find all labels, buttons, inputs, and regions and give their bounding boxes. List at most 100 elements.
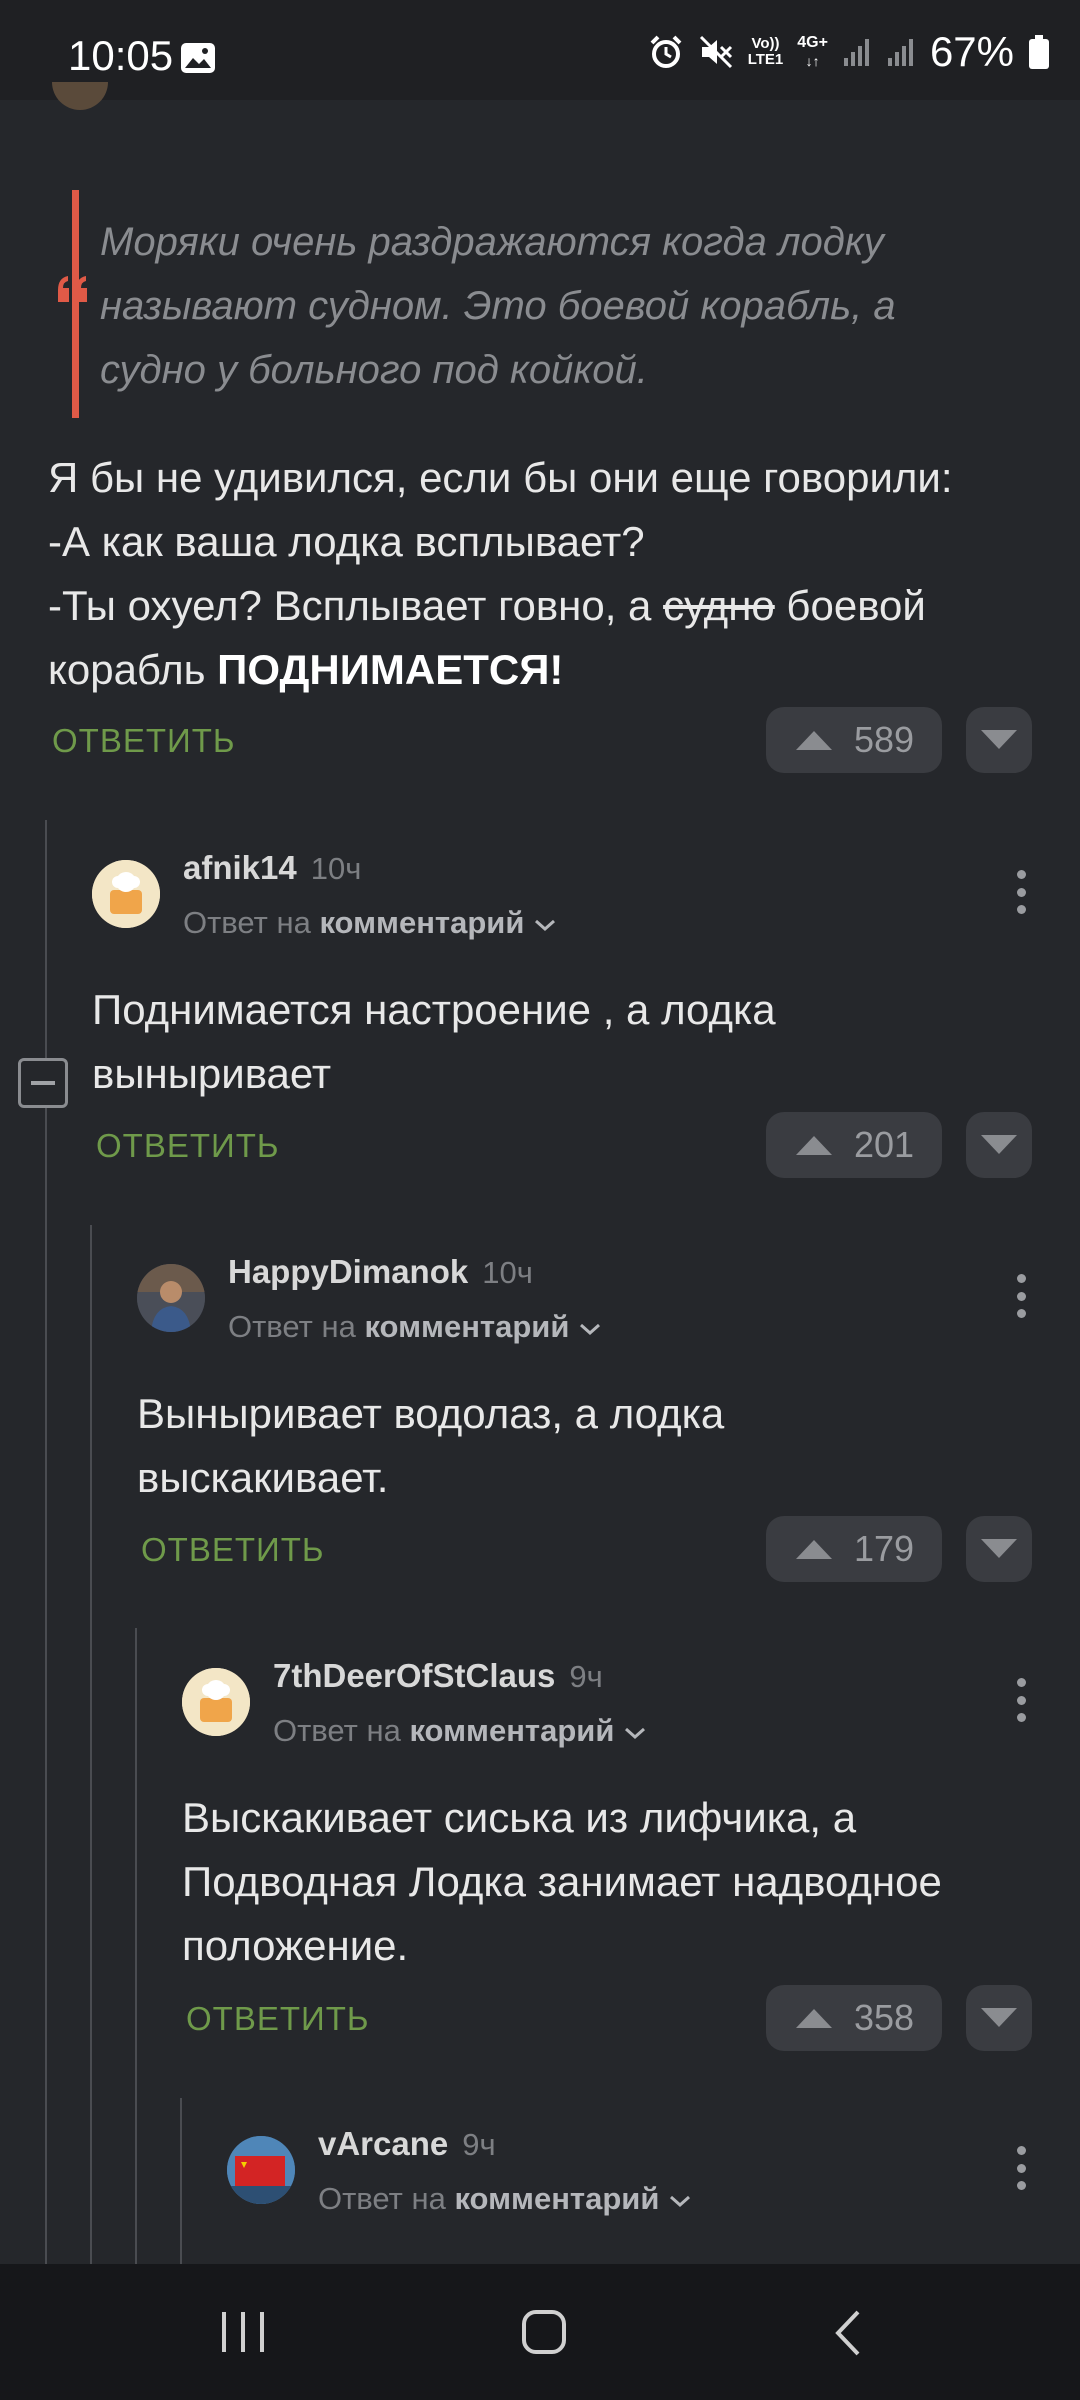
back-icon[interactable] [830,2308,864,2358]
author-name[interactable]: vArcane [318,2125,448,2162]
more-options-button[interactable] [1014,1678,1028,1722]
arrow-down-icon [981,2008,1017,2027]
avatar[interactable] [92,860,160,928]
network-type-icon: 4G+ ↓↑ [797,34,828,69]
gallery-icon [181,43,215,73]
quote-text: Моряки очень раздражаются когда лодку на… [100,220,896,392]
vote-count: 358 [853,1997,915,2038]
comment-text: Поднимается настроение , а лодка вынырив… [92,986,776,1097]
status-icons: Vo)) LTE1 4G+ ↓↑ 67% [648,28,1050,75]
thread-line [135,1628,137,2264]
home-icon[interactable] [520,2308,568,2356]
reply-to-target: комментарий [364,1309,570,1344]
chevron-down-icon [535,919,556,932]
upvote-button[interactable]: 358 [766,1985,942,2051]
reply-to-prefix: Ответ на [318,2181,446,2216]
comment-author-row: 7thDeerOfStClaus 9ч [273,1657,603,1695]
vote-count: 589 [853,719,915,760]
avatar-image [92,860,160,928]
arrow-down-icon [981,730,1017,749]
volte-label: Vo)) [751,35,780,52]
more-options-button[interactable] [1014,1274,1028,1318]
reply-to-link[interactable]: Ответ на комментарий [273,1713,647,1749]
comment-line: -Ты охуел? Всплывает говно, а судно боев… [48,574,1048,702]
comment-text: Выскакивает сиська из лифчика, а Подводн… [182,1794,942,1969]
reply-to-prefix: Ответ на [228,1309,356,1344]
upvote-button[interactable]: 179 [766,1516,942,1582]
reply-to-target: комментарий [409,1713,615,1748]
arrow-up-icon [795,1136,832,1155]
battery-percent: 67% [929,28,1014,75]
downvote-button[interactable] [966,1516,1032,1582]
comment-line: -А как ваша лодка всплывает? [48,518,645,565]
mute-icon [699,35,732,69]
avatar-image [182,1668,250,1736]
reply-button[interactable]: ОТВЕТИТЬ [186,2000,370,2038]
comment-time: 9ч [569,1659,603,1694]
minus-icon [31,1081,55,1085]
comment-body: Я бы не удивился, если бы они еще говори… [48,446,1048,702]
upvote-button[interactable]: 589 [766,707,942,773]
arrow-up-icon [795,1540,832,1559]
lte-label: LTE1 [747,51,784,68]
downvote-button[interactable] [966,707,1032,773]
reply-button[interactable]: ОТВЕТИТЬ [141,1531,325,1569]
more-options-button[interactable] [1014,870,1028,914]
quote-icon [58,276,87,302]
reply-to-link[interactable]: Ответ на комментарий [183,905,557,941]
author-name[interactable]: afnik14 [183,849,297,886]
chevron-down-icon [580,1323,601,1336]
arrow-down-icon [981,1135,1017,1154]
avatar[interactable] [137,1264,205,1332]
reply-button[interactable]: ОТВЕТИТЬ [96,1127,280,1165]
downvote-button[interactable] [966,1985,1032,2051]
chevron-down-icon [625,1727,646,1740]
reply-to-link[interactable]: Ответ на комментарий [228,1309,602,1345]
recent-apps-icon[interactable] [218,2310,268,2354]
comment-author-row: vArcane 9ч [318,2125,496,2163]
arrow-up-icon [795,731,832,750]
status-time: 10:05 [68,32,174,79]
strikethrough-text: судно [663,582,775,629]
upvote-button[interactable]: 201 [766,1112,942,1178]
thread-line [180,2098,182,2264]
volte-icon: Vo)) LTE1 [748,36,784,68]
battery-icon [1029,35,1049,69]
comment-time: 10ч [482,1255,533,1290]
reply-to-target: комментарий [319,905,525,940]
reply-to-prefix: Ответ на [183,905,311,940]
author-name[interactable]: HappyDimanok [228,1253,468,1290]
comment-author-row: afnik14 10ч [183,849,361,887]
thread-line [45,820,47,2264]
thread-line [90,1225,92,2264]
reply-to-prefix: Ответ на [273,1713,401,1748]
more-options-button[interactable] [1014,2146,1028,2190]
signal-icon [843,39,869,66]
arrow-down-icon [981,1539,1017,1558]
downvote-button[interactable] [966,1112,1032,1178]
comment-line-part: -Ты охуел? Всплывает говно, а [48,582,664,629]
avatar[interactable] [227,2136,295,2204]
comment-text: Выныривает водолаз, а лодка выскакивает. [137,1390,725,1501]
comment-line: Я бы не удивился, если бы они еще говори… [48,454,953,501]
alarm-icon [650,35,682,68]
avatar-image [137,1264,205,1332]
author-name[interactable]: 7thDeerOfStClaus [273,1657,555,1694]
vote-count: 201 [853,1124,915,1165]
collapse-thread-button[interactable] [18,1058,68,1108]
comment-time: 10ч [310,851,362,886]
avatar-image [227,2136,295,2204]
chevron-down-icon [670,2195,691,2208]
comment-author-row: HappyDimanok 10ч [228,1253,533,1291]
network-type-label: 4G+ [797,34,828,51]
signal-icon [887,39,913,66]
reply-button[interactable]: ОТВЕТИТЬ [52,722,236,760]
vote-count: 179 [853,1528,915,1569]
reply-to-target: комментарий [454,2181,660,2216]
arrow-up-icon [795,2009,832,2028]
reply-to-link[interactable]: Ответ на комментарий [318,2181,692,2217]
previous-avatar [52,82,108,112]
bold-text: ПОДНИМАЕТСЯ! [217,646,564,693]
comment-time: 9ч [462,2127,496,2162]
avatar[interactable] [182,1668,250,1736]
